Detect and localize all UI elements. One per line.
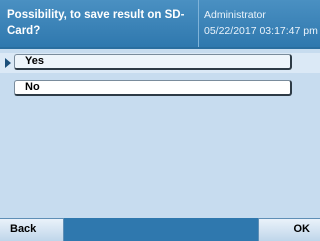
back-button[interactable]: Back [0,218,64,241]
selection-arrow-icon [5,58,11,68]
header-divider [198,0,199,47]
page-title: Possibility, to save result on SD-Card? [7,9,185,37]
footer-spacer [64,218,258,241]
datetime-label: 05/22/2017 03:17:47 pm [204,25,318,37]
user-name: Administrator [204,9,266,21]
list-item-yes[interactable]: Yes [0,53,320,73]
user-info: Administrator 05/22/2017 03:17:47 pm [204,7,318,39]
header-divider-line [0,47,320,49]
footer-bar: Back OK [0,218,320,241]
ok-button[interactable]: OK [258,218,320,241]
header-bar: Possibility, to save result on SD-Card? … [0,0,320,47]
yes-button[interactable]: Yes [14,54,292,70]
no-button[interactable]: No [14,80,292,96]
list-item-no[interactable]: No [0,79,320,99]
